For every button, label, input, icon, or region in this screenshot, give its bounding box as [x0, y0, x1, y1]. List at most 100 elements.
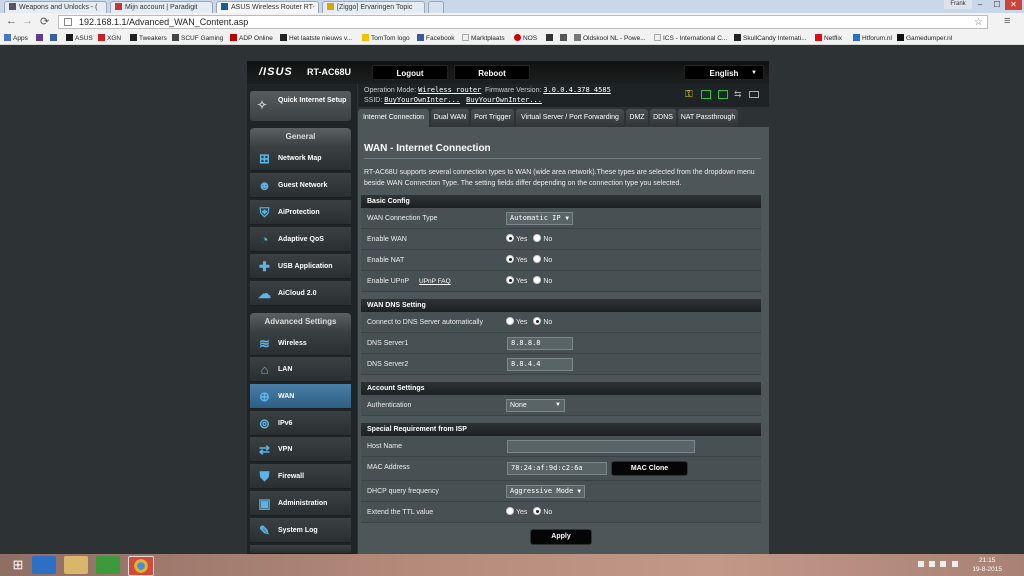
- tab-port-trigger[interactable]: Port Trigger: [471, 109, 514, 127]
- file-explorer-icon[interactable]: [64, 556, 88, 574]
- maximize-icon[interactable]: ☐: [989, 0, 1005, 10]
- authentication-select[interactable]: None ▼: [506, 399, 565, 412]
- firmware-link[interactable]: 3.0.0.4.378_4585: [543, 86, 610, 94]
- address-bar[interactable]: 192.168.1.1/Advanced_WAN_Content.asp ☆: [58, 15, 988, 29]
- bookmark-item[interactable]: ADP Online: [230, 34, 273, 42]
- dns-server1-input[interactable]: 8.8.8.8: [507, 337, 573, 350]
- browser-tab[interactable]: [Ziggo] Ervaringen Topic: [322, 1, 425, 13]
- bookmark-item[interactable]: ICS - International C...: [654, 34, 727, 42]
- network-clients-icon[interactable]: [701, 90, 711, 99]
- bookmark-item[interactable]: SkullCandy Internati...: [734, 34, 807, 42]
- bookmark-item[interactable]: [50, 34, 59, 42]
- ssid-link[interactable]: BuyYourOwnInter...: [466, 96, 542, 104]
- menu-wan[interactable]: ⊕ WAN: [250, 384, 351, 409]
- ssid-link[interactable]: BuyYourOwnInter...: [384, 96, 460, 104]
- reboot-button[interactable]: Reboot: [454, 65, 530, 80]
- browser-tab[interactable]: Weapons and Unlocks - (: [4, 1, 107, 13]
- minimize-icon[interactable]: –: [972, 0, 988, 10]
- radio-no[interactable]: [533, 234, 542, 242]
- bookmark-item[interactable]: TomTom logo: [362, 34, 410, 42]
- tab-virtual-server[interactable]: Virtual Server / Port Forwarding: [516, 109, 624, 127]
- bookmark-item[interactable]: Marktplaats: [462, 34, 505, 42]
- forward-icon[interactable]: →: [22, 15, 33, 27]
- dns-server2-input[interactable]: 8.8.4.4: [507, 358, 573, 371]
- menu-adaptive-qos[interactable]: ◔ Adaptive QoS: [250, 227, 351, 252]
- bookmark-item[interactable]: Oldskool NL - Powe...: [574, 34, 646, 42]
- browser-tab[interactable]: Mijn account | Paradigit: [110, 1, 213, 13]
- taskbar-clock[interactable]: 21:15 19-8-2015: [972, 556, 1002, 574]
- bookmark-item[interactable]: Het laatste nieuws v...: [280, 34, 352, 42]
- menu-more[interactable]: [250, 545, 351, 554]
- key-icon[interactable]: ⚿: [685, 89, 693, 100]
- menu-administration[interactable]: ▣ Administration: [250, 491, 351, 516]
- menu-icon[interactable]: ≡: [1004, 15, 1010, 27]
- apply-button[interactable]: Apply: [530, 529, 592, 545]
- bookmark-item[interactable]: [546, 34, 555, 42]
- menu-network-map[interactable]: ⊞ Network Map: [250, 146, 351, 171]
- radio-yes[interactable]: [506, 317, 514, 325]
- windows-start-icon[interactable]: ⊞: [6, 556, 30, 574]
- host-name-input[interactable]: [507, 440, 695, 453]
- menu-vpn[interactable]: ⇄ VPN: [250, 437, 351, 462]
- bookmark-item[interactable]: NOS: [514, 34, 537, 42]
- menu-guest-network[interactable]: ☻ Guest Network: [250, 173, 351, 198]
- tray-icon[interactable]: [918, 561, 924, 567]
- close-icon[interactable]: ✕: [1005, 0, 1022, 10]
- radio-no[interactable]: [533, 507, 542, 515]
- tab-ddns[interactable]: DDNS: [650, 109, 676, 127]
- menu-lan[interactable]: ⌂ LAN: [250, 357, 351, 382]
- bookmark-item[interactable]: XGN: [98, 34, 121, 42]
- bookmark-item[interactable]: Facebook: [417, 34, 455, 42]
- network-tray-icon[interactable]: [940, 561, 947, 567]
- bookmark-item[interactable]: [36, 34, 45, 42]
- internet-status-icon[interactable]: [718, 90, 728, 99]
- radio-yes[interactable]: [506, 234, 514, 242]
- bookmark-star-icon[interactable]: ☆: [974, 16, 983, 29]
- system-tray-icons[interactable]: [918, 560, 968, 569]
- reload-icon[interactable]: ⟳: [40, 15, 49, 28]
- menu-system-log[interactable]: ✎ System Log: [250, 518, 351, 543]
- mac-address-input[interactable]: 78:24:af:9d:c2:6a: [507, 462, 607, 475]
- upnp-faq-link[interactable]: UPnP FAQ: [419, 278, 451, 285]
- operation-mode-link[interactable]: Wireless router: [418, 86, 481, 94]
- bookmark-item[interactable]: ASUS: [66, 34, 93, 42]
- language-select[interactable]: English ▼: [684, 65, 764, 80]
- tab-internet-connection[interactable]: Internet Connection: [358, 109, 429, 127]
- radio-no[interactable]: [533, 276, 542, 284]
- bookmark-item[interactable]: Tweakers: [130, 34, 167, 42]
- menu-ipv6[interactable]: ⊚ IPv6: [250, 411, 351, 436]
- store-icon[interactable]: [96, 556, 120, 574]
- volume-tray-icon[interactable]: [951, 561, 958, 567]
- mac-clone-button[interactable]: MAC Clone: [611, 461, 688, 476]
- internet-explorer-icon[interactable]: [32, 556, 56, 574]
- browser-tab-active[interactable]: ASUS Wireless Router RT-: [216, 1, 319, 13]
- tab-dmz[interactable]: DMZ: [626, 109, 648, 127]
- quick-internet-setup-button[interactable]: ✧ Quick Internet Setup: [250, 91, 351, 121]
- new-tab-button[interactable]: [428, 1, 444, 13]
- menu-aicloud[interactable]: ☁ AiCloud 2.0: [250, 281, 351, 306]
- menu-wireless[interactable]: ≋ Wireless: [250, 331, 351, 356]
- radio-yes[interactable]: [506, 255, 514, 263]
- profile-button[interactable]: Frank: [944, 0, 972, 9]
- bookmark-item[interactable]: Gamedumper.nl: [897, 34, 952, 42]
- radio-no[interactable]: [533, 317, 542, 325]
- menu-usb-application[interactable]: ✚ USB Application: [250, 254, 351, 279]
- bookmark-item[interactable]: [560, 34, 569, 42]
- menu-firewall[interactable]: ⛊ Firewall: [250, 464, 351, 489]
- usb-icon[interactable]: ⇆: [734, 89, 742, 100]
- bookmark-item[interactable]: SCUF Gaming: [172, 34, 223, 42]
- tab-dual-wan[interactable]: Dual WAN: [431, 109, 469, 127]
- chrome-icon[interactable]: [128, 556, 154, 576]
- wan-connection-type-select[interactable]: Automatic IP ▼: [506, 212, 573, 225]
- bookmark-item[interactable]: Netflix: [815, 34, 842, 42]
- menu-aiprotection[interactable]: ⛨ AiProtection: [250, 200, 351, 225]
- radio-no[interactable]: [533, 255, 542, 263]
- tray-icon[interactable]: [929, 561, 936, 567]
- tab-nat-passthrough[interactable]: NAT Passthrough: [678, 109, 738, 127]
- back-icon[interactable]: ←: [6, 15, 17, 27]
- logout-button[interactable]: Logout: [372, 65, 448, 80]
- dhcp-frequency-select[interactable]: Aggressive Mode ▼: [506, 485, 585, 498]
- bookmark-apps[interactable]: Apps: [4, 34, 28, 42]
- radio-yes[interactable]: [506, 276, 514, 284]
- bookmark-item[interactable]: Htforum.nl: [853, 34, 892, 42]
